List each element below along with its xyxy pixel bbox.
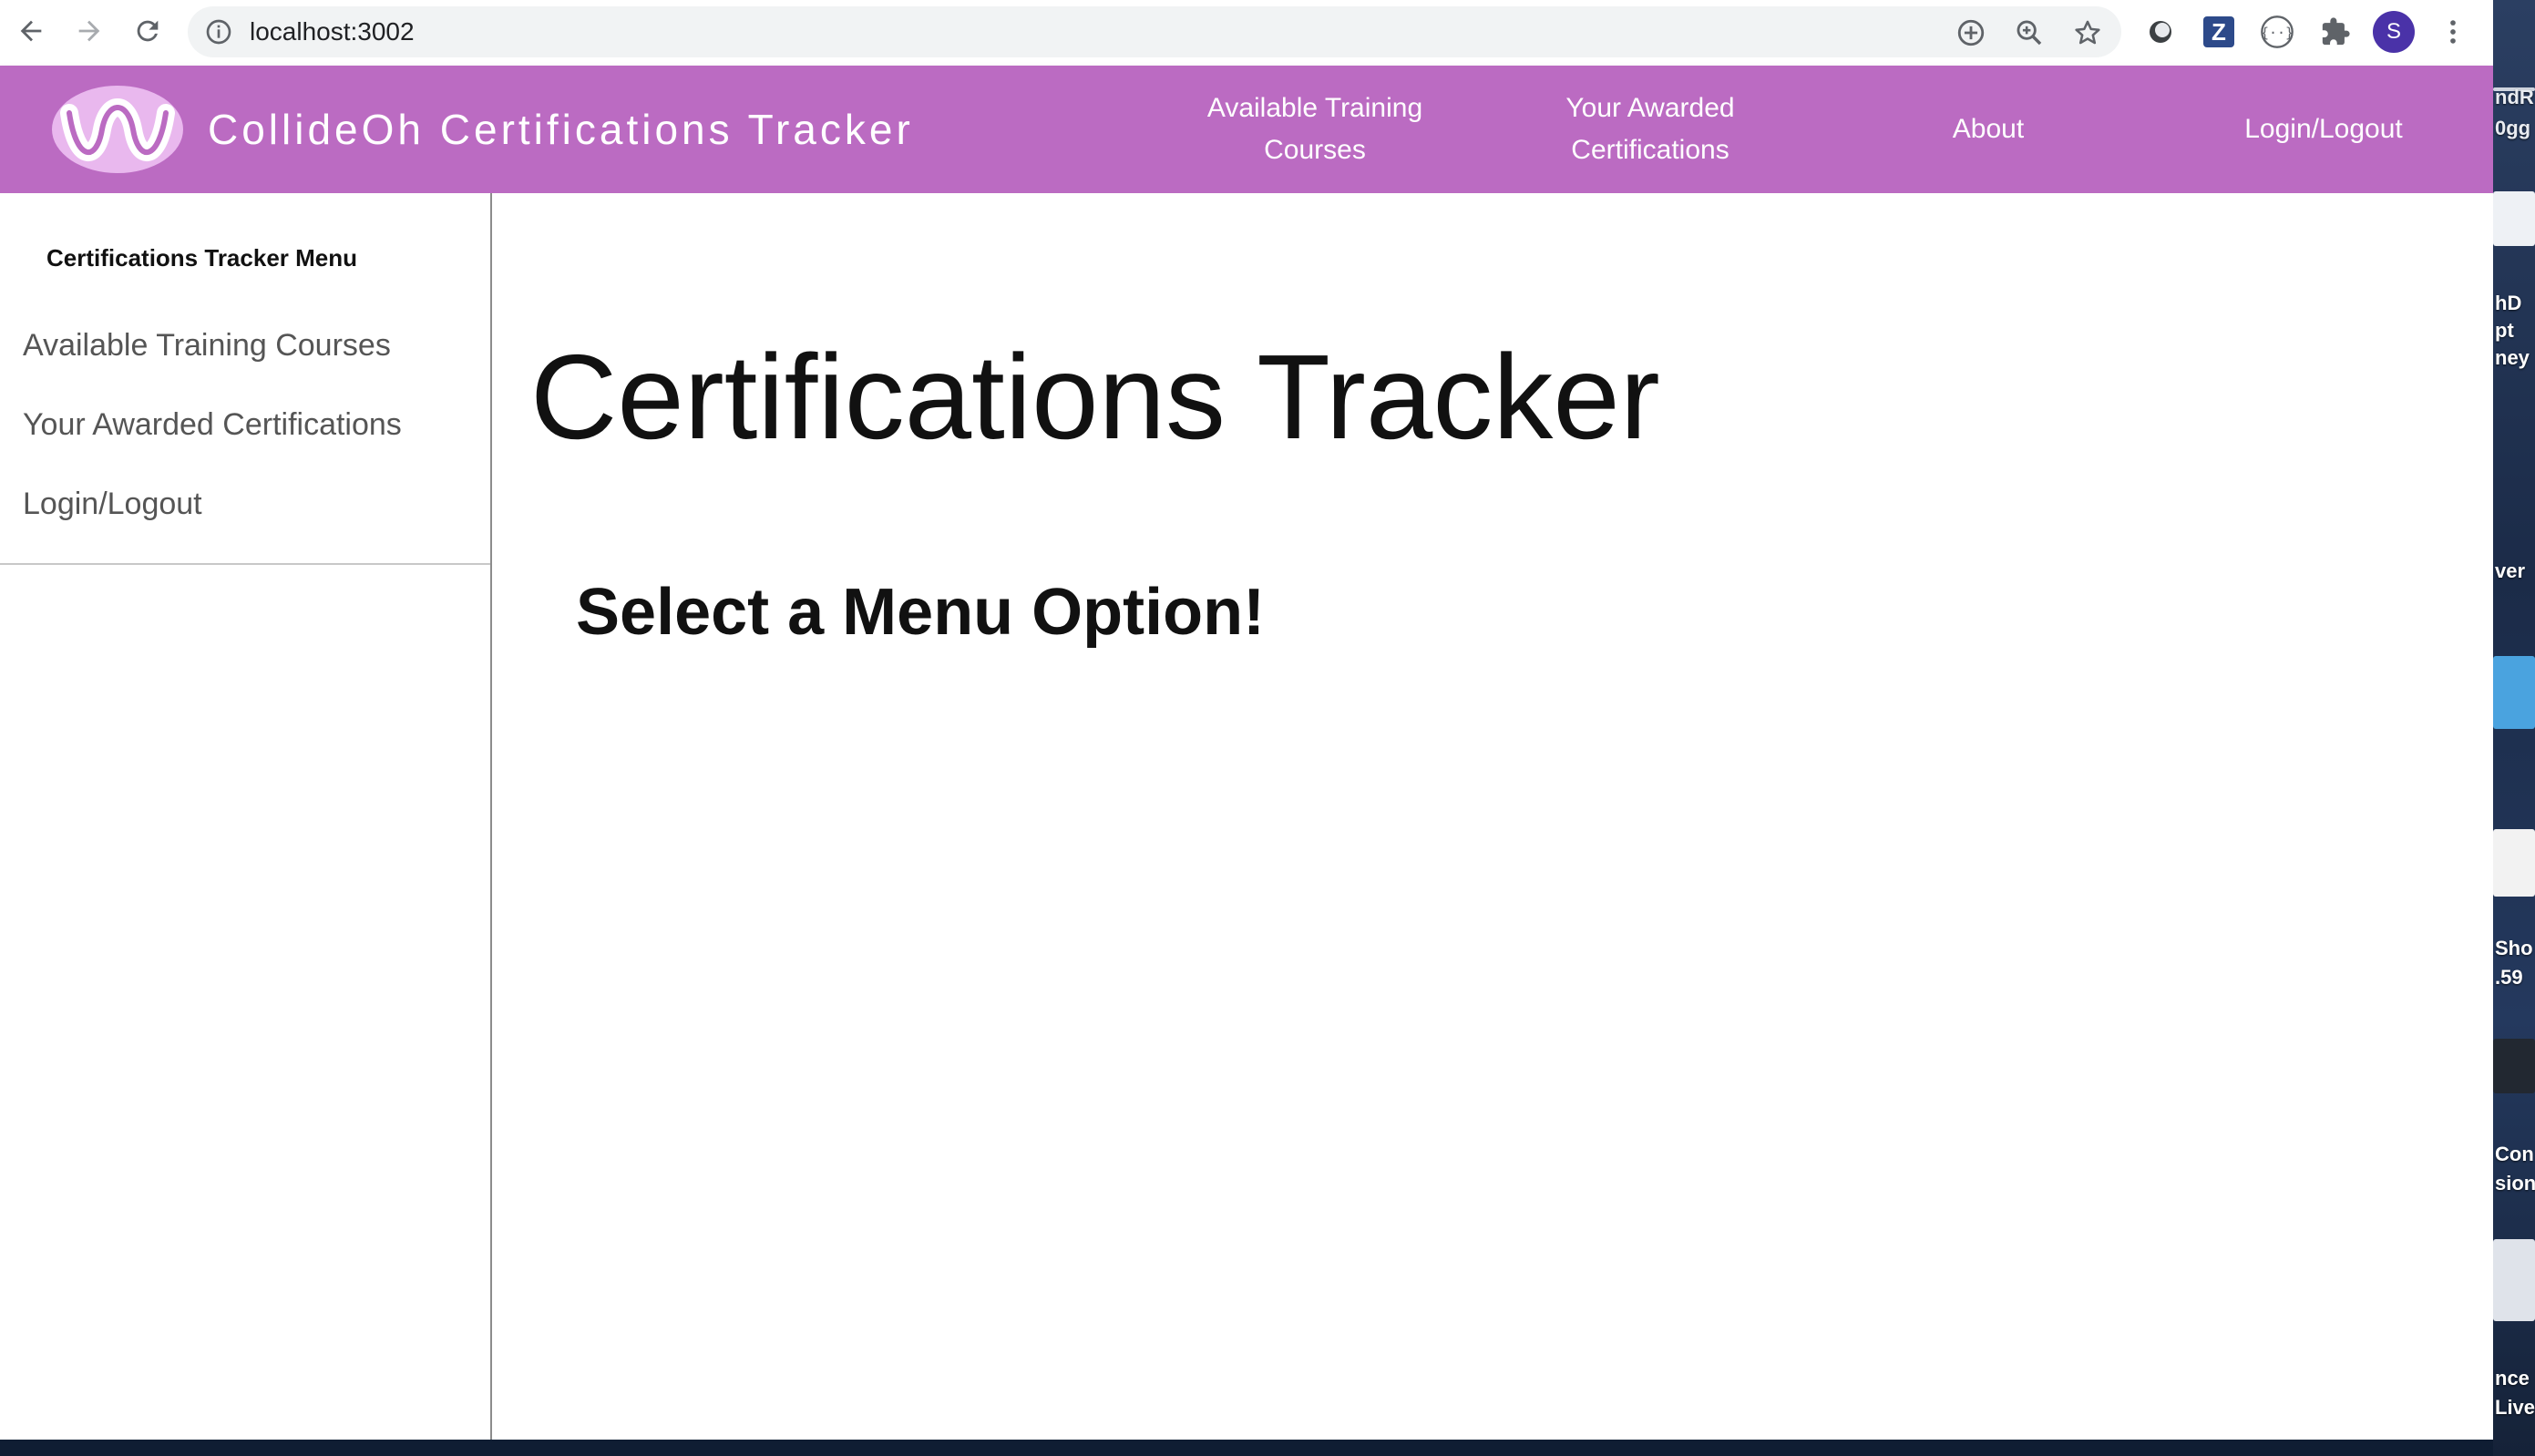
desktop-label: Con [2495, 1143, 2534, 1165]
desktop-label: ver [2495, 559, 2526, 582]
desktop-window-fragment [2493, 829, 2535, 897]
circle-extension-icon [2150, 21, 2171, 43]
sidebar-item-your-awarded-certifications[interactable]: Your Awarded Certifications [23, 407, 402, 443]
nav-label: Your Awarded Certifications [1565, 87, 1734, 171]
bookmark-star-icon[interactable] [2072, 17, 2103, 48]
nav-label: Available Training Courses [1207, 87, 1422, 171]
page-subtitle: Select a Menu Option! [576, 576, 1266, 649]
reload-icon [137, 20, 159, 42]
desktop-label: ndR [2495, 86, 2534, 108]
page-title: Certifications Tracker [530, 330, 1660, 464]
profile-avatar[interactable]: S [2373, 11, 2415, 53]
braces-extension-icon: {··} [2261, 15, 2294, 48]
forward-button[interactable] [66, 7, 113, 55]
zoom-icon[interactable] [2014, 17, 2045, 48]
info-icon [206, 19, 231, 45]
desktop-label: pt [2495, 319, 2514, 342]
z-extension-icon: Z [2203, 16, 2234, 47]
main-content: Certifications Tracker Select a Menu Opt… [492, 193, 2493, 1440]
browser-window: localhost:3002 Z {··} S CollideOh Certif… [0, 0, 2493, 1440]
arrow-left-icon [20, 20, 42, 42]
url-text: localhost:3002 [250, 17, 415, 46]
sidebar-item-login-logout[interactable]: Login/Logout [23, 487, 202, 522]
extensions-menu-button[interactable] [2316, 13, 2355, 51]
nav-label-line: Courses [1264, 135, 1366, 165]
desktop-label: Live [2495, 1396, 2535, 1419]
nav-your-awarded-certifications[interactable]: Your Awarded Certifications [1531, 66, 1770, 193]
sidebar-item-available-training-courses[interactable]: Available Training Courses [23, 328, 391, 364]
desktop-window-fragment [2493, 1239, 2535, 1321]
browser-toolbar: localhost:3002 Z {··} S [0, 0, 2493, 64]
desktop-window-fragment [2493, 191, 2535, 246]
back-button[interactable] [7, 7, 55, 55]
address-bar[interactable]: localhost:3002 [188, 6, 2121, 57]
browser-menu-button[interactable] [2429, 8, 2477, 56]
nav-label-line: Your Awarded [1565, 93, 1735, 123]
nav-label-line: Available Training [1206, 93, 1423, 123]
desktop-label: sion [2495, 1172, 2535, 1195]
app-header: CollideOh Certifications Tracker Availab… [0, 66, 2493, 193]
nav-available-training-courses[interactable]: Available Training Courses [1185, 66, 1445, 193]
sidebar-divider [0, 563, 490, 565]
desktop-label: Sho [2495, 937, 2533, 959]
desktop-label: nce [2495, 1367, 2530, 1389]
extension-z-button[interactable]: Z [2200, 13, 2238, 51]
nav-label: About [1952, 114, 2025, 144]
extension-button[interactable] [2141, 13, 2180, 51]
collideoh-logo-icon[interactable] [49, 82, 186, 177]
app-title: CollideOh Certifications Tracker [208, 106, 914, 153]
nav-login-logout[interactable]: Login/Logout [2223, 66, 2424, 193]
nav-label: Login/Logout [2244, 114, 2403, 144]
desktop-background: ndR 0gg hD pt ney ver Sho .59 Con sion n… [2493, 0, 2535, 1456]
nav-label-line: Certifications [1571, 135, 1729, 165]
nav-about[interactable]: About [1932, 66, 2045, 193]
puzzle-piece-icon [2322, 17, 2350, 46]
arrow-right-icon [78, 20, 100, 42]
desktop-label: 0gg [2495, 117, 2531, 139]
desktop-label: .59 [2495, 966, 2523, 989]
reload-button[interactable] [124, 7, 171, 55]
sidebar-heading: Certifications Tracker Menu [46, 244, 357, 272]
desktop-window-fragment [2493, 1039, 2535, 1093]
install-app-icon[interactable] [1955, 17, 1986, 48]
desktop-window-fragment [2493, 656, 2535, 729]
desktop-label: ney [2495, 346, 2530, 369]
sidebar-menu: Certifications Tracker Menu Available Tr… [0, 193, 492, 1440]
extension-braces-button[interactable]: {··} [2258, 13, 2296, 51]
desktop-label: hD [2495, 292, 2522, 314]
svg-text:{··}: {··} [2261, 25, 2294, 41]
kebab-menu-icon [2450, 20, 2456, 44]
